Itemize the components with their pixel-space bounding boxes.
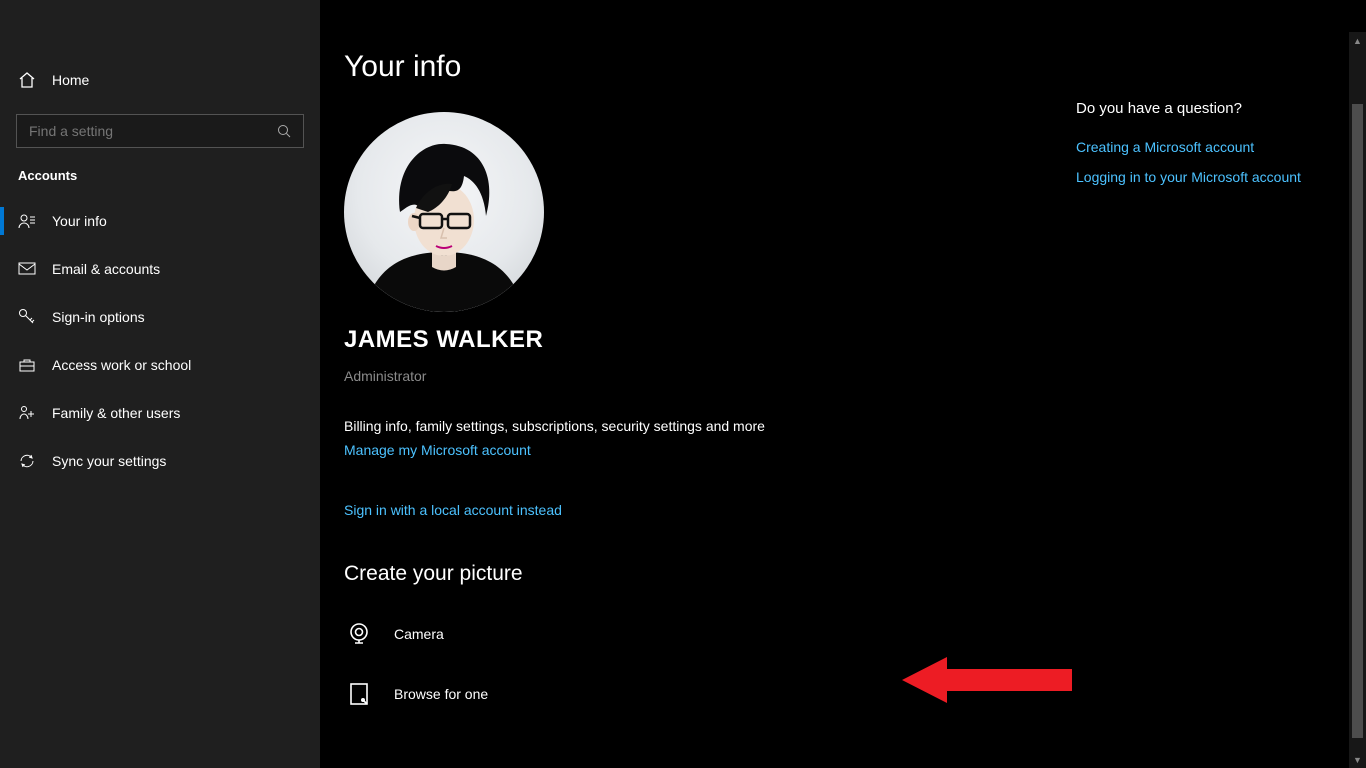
sidebar-item-sign-in-options[interactable]: Sign-in options (0, 293, 320, 341)
main-content: Your info (320, 0, 1366, 768)
help-pane: Do you have a question? Creating a Micro… (1076, 100, 1336, 199)
sidebar-item-label: Your info (52, 213, 107, 229)
scroll-thumb[interactable] (1352, 104, 1363, 738)
create-picture-heading: Create your picture (344, 562, 1342, 586)
help-link-create-account[interactable]: Creating a Microsoft account (1076, 139, 1336, 155)
sidebar-item-family-users[interactable]: Family & other users (0, 389, 320, 437)
user-name: JAMES WALKER (344, 326, 1342, 354)
local-account-link[interactable]: Sign in with a local account instead (344, 502, 562, 518)
sync-icon (18, 452, 36, 470)
camera-icon (344, 621, 374, 647)
browse-label: Browse for one (394, 686, 488, 702)
search-input[interactable] (29, 123, 239, 139)
page-title: Your info (344, 50, 1342, 84)
sidebar-item-label: Email & accounts (52, 261, 160, 277)
sidebar-item-label: Sync your settings (52, 453, 166, 469)
scroll-down-icon[interactable]: ▼ (1349, 751, 1366, 768)
briefcase-icon (18, 356, 36, 374)
scroll-up-icon[interactable]: ▲ (1349, 32, 1366, 49)
account-description: Billing info, family settings, subscript… (344, 418, 1342, 434)
sidebar-item-label: Access work or school (52, 357, 191, 373)
user-role: Administrator (344, 368, 1342, 384)
family-icon (18, 404, 36, 422)
profile-picture (344, 112, 544, 312)
annotation-arrow (902, 655, 1072, 705)
search-box[interactable] (16, 114, 304, 148)
sidebar-item-label: Family & other users (52, 405, 180, 421)
mail-icon (18, 260, 36, 278)
camera-option[interactable]: Camera (344, 614, 1342, 654)
sidebar: Home Accounts Your info Email & accounts… (0, 0, 320, 768)
camera-label: Camera (394, 626, 444, 642)
browse-icon (344, 681, 374, 707)
sidebar-item-label: Sign-in options (52, 309, 145, 325)
home-label: Home (52, 72, 89, 88)
sidebar-item-your-info[interactable]: Your info (0, 197, 320, 245)
sidebar-item-email-accounts[interactable]: Email & accounts (0, 245, 320, 293)
sidebar-item-access-work-school[interactable]: Access work or school (0, 341, 320, 389)
scrollbar[interactable]: ▲ ▼ (1349, 32, 1366, 768)
manage-account-link[interactable]: Manage my Microsoft account (344, 442, 531, 458)
home-icon (18, 71, 36, 89)
browse-option[interactable]: Browse for one (344, 674, 1342, 714)
sidebar-item-sync-settings[interactable]: Sync your settings (0, 437, 320, 485)
help-question: Do you have a question? (1076, 100, 1336, 117)
section-label: Accounts (0, 168, 320, 183)
person-icon (18, 212, 36, 230)
help-link-login-account[interactable]: Logging in to your Microsoft account (1076, 169, 1336, 185)
search-icon (277, 124, 291, 138)
key-icon (18, 308, 36, 326)
home-button[interactable]: Home (0, 60, 320, 100)
